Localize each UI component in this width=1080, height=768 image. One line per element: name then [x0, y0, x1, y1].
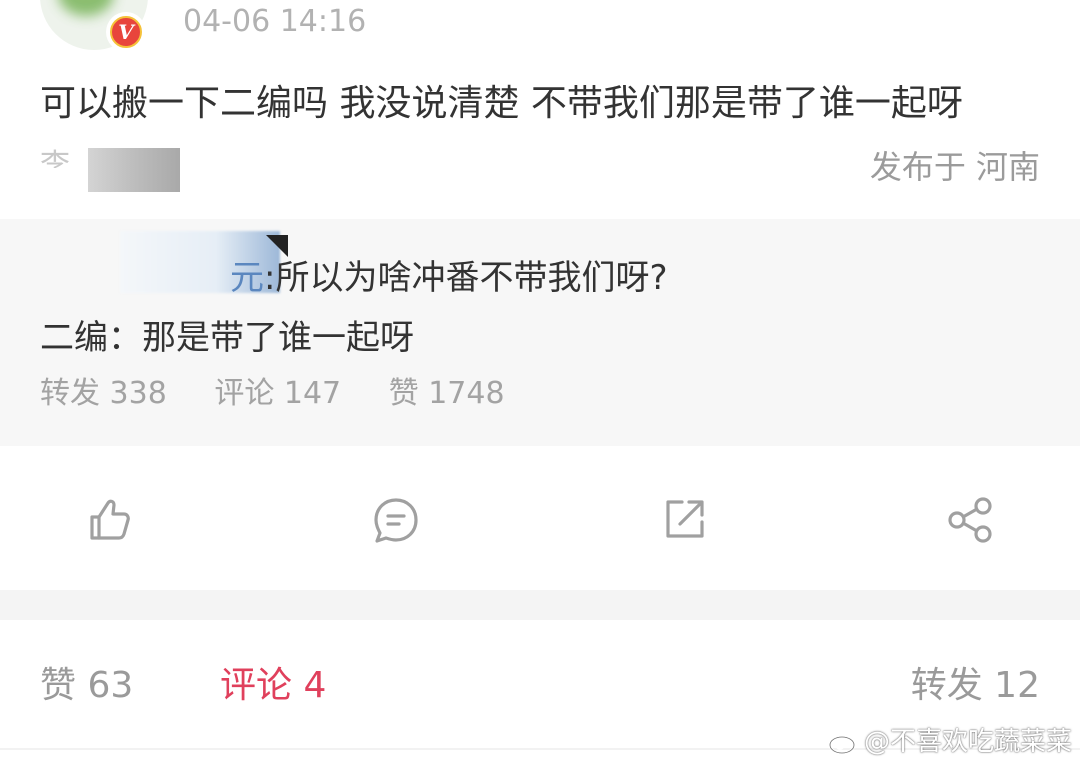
section-divider [0, 590, 1080, 620]
quoted-comment-count: 评论 147 [214, 376, 342, 411]
open-external-icon [666, 500, 704, 538]
interaction-tabs: 赞 63 评论 4 转发 12 @不喜欢吃蔬菜菜 [0, 620, 1080, 768]
redaction-corner [266, 235, 288, 257]
share-external-button[interactable] [656, 492, 712, 548]
share-button[interactable] [942, 492, 998, 548]
quoted-post-text: :所以为啥冲番不带我们呀? [264, 258, 668, 298]
quoted-author-name[interactable]: 元 [230, 258, 264, 298]
post-location: 发布于 河南 [869, 148, 1040, 186]
verified-badge-icon: V [106, 12, 146, 52]
post-body-text: 可以搬一下二编吗 我没说清楚 不带我们那是带了谁一起呀 [40, 83, 963, 124]
quoted-post-line-1: 元:所以为啥冲番不带我们呀? [230, 255, 668, 301]
quoted-repost-count: 转发 338 [40, 376, 167, 411]
watermark-text: @不喜欢吃蔬菜菜 [863, 727, 1072, 757]
like-button[interactable] [82, 492, 138, 548]
comment-button[interactable] [368, 492, 424, 548]
watermark: @不喜欢吃蔬菜菜 [828, 724, 1072, 760]
source-redaction-mask [88, 148, 180, 192]
quoted-post-line-2: 二编：那是带了谁一起呀 [40, 318, 414, 358]
tab-comments[interactable]: 评论 4 [220, 662, 326, 710]
quoted-like-count: 赞 1748 [388, 376, 505, 411]
source-prefix: 李 [40, 148, 70, 168]
action-bar [0, 470, 1080, 570]
quoted-post[interactable]: 元:所以为啥冲番不带我们呀? 二编：那是带了谁一起呀 转发 338 评论 147… [0, 219, 1080, 446]
post-source: 李 [40, 144, 300, 196]
thumbs-up-icon [90, 499, 130, 540]
avatar-image-blurred [58, 0, 114, 16]
comment-icon [374, 498, 418, 543]
share-icon [948, 497, 992, 543]
tab-likes[interactable]: 赞 63 [40, 662, 133, 710]
post-timestamp: 04-06 14:16 [183, 4, 367, 39]
weibo-logo-icon [828, 732, 860, 755]
weibo-post-detail: V 04-06 14:16 可以搬一下二编吗 我没说清楚 不带我们那是带了谁一起… [0, 0, 1080, 768]
tab-reposts[interactable]: 转发 12 [911, 662, 1040, 710]
quoted-post-stats: 转发 338 评论 147 赞 1748 [40, 372, 543, 416]
